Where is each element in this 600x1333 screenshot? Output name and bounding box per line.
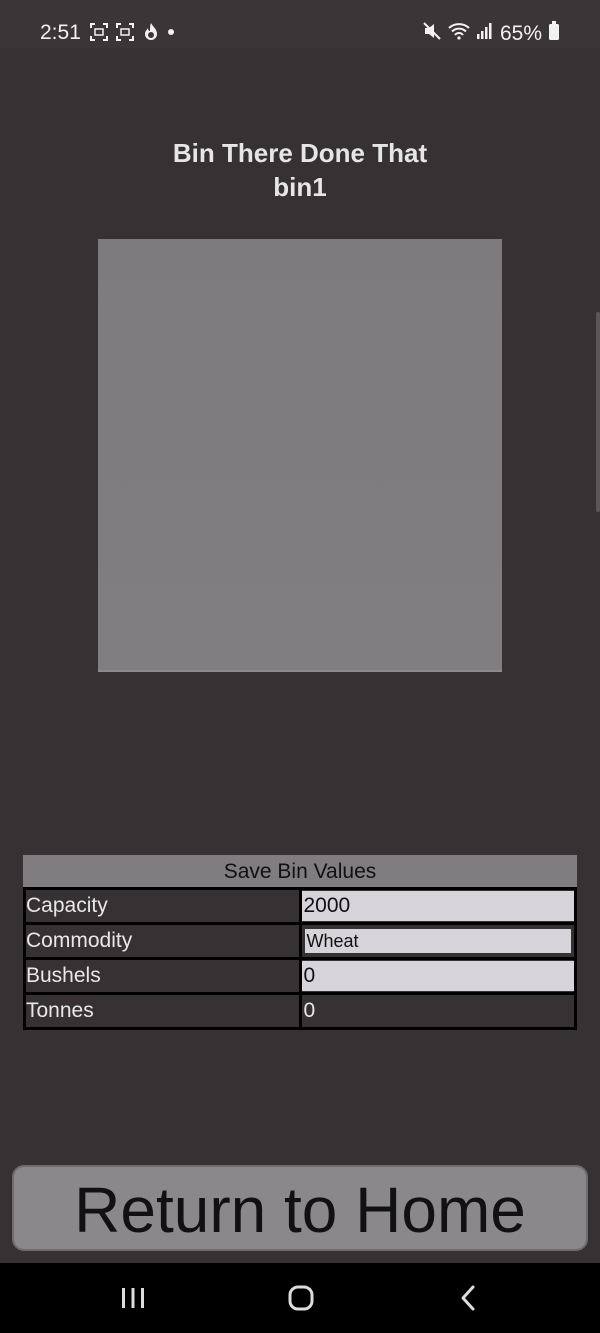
bushels-label: Bushels — [23, 957, 302, 995]
screenshot-icon — [116, 23, 134, 41]
tonnes-value: 0 — [303, 999, 316, 1022]
table-row: Bushels — [23, 957, 577, 995]
capacity-cell — [298, 887, 577, 925]
battery-icon — [548, 21, 560, 47]
signal-icon — [476, 22, 494, 46]
scroll-indicator[interactable] — [596, 312, 600, 512]
bushels-input[interactable] — [301, 961, 574, 991]
screenshot-icon — [90, 23, 108, 41]
status-time: 2:51 — [40, 21, 81, 44]
bin-values-table: Capacity Commodity Wheat Bushels Tonnes … — [23, 887, 577, 1030]
commodity-label: Commodity — [23, 922, 302, 960]
return-to-home-button[interactable]: Return to Home — [12, 1165, 588, 1251]
tonnes-label: Tonnes — [23, 992, 302, 1030]
commodity-cell: Wheat — [298, 922, 577, 960]
battery-percent: 65% — [499, 22, 542, 45]
status-icons-right: 65% — [422, 21, 560, 47]
bin-name: bin1 — [273, 172, 327, 202]
home-icon[interactable] — [281, 1281, 321, 1315]
wifi-icon — [448, 22, 470, 46]
table-row: Commodity Wheat — [23, 922, 577, 960]
save-bin-values-button[interactable]: Save Bin Values — [23, 855, 577, 887]
flame-app-icon — [142, 22, 160, 42]
bushels-cell — [298, 957, 577, 995]
mute-icon — [422, 21, 442, 47]
capacity-label: Capacity — [23, 887, 302, 925]
capacity-input[interactable] — [301, 891, 574, 921]
back-icon[interactable] — [448, 1281, 488, 1315]
bin-visual — [98, 239, 502, 672]
status-bar: 2:51 65% — [0, 0, 600, 48]
table-row: Capacity — [23, 887, 577, 925]
commodity-select[interactable]: Wheat — [303, 928, 572, 954]
notification-dot-icon — [168, 29, 174, 35]
status-icons-left — [90, 22, 174, 42]
tonnes-cell: 0 — [298, 992, 577, 1030]
navigation-bar — [0, 1263, 600, 1333]
page-title: Bin There Done That bin1 — [0, 136, 600, 204]
table-row: Tonnes 0 — [23, 992, 577, 1030]
app-title: Bin There Done That — [172, 138, 428, 168]
recent-apps-icon[interactable] — [113, 1281, 153, 1315]
